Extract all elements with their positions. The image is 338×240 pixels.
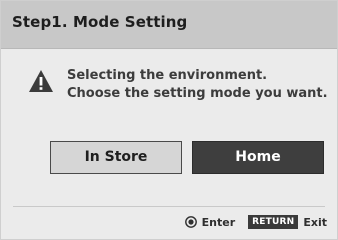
footer-controls: Enter RETURN Exit [184,212,327,232]
mode-setting-dialog: Step1. Mode Setting Selecting the enviro… [0,0,338,240]
home-button[interactable]: Home [192,141,324,174]
dialog-title: Step1. Mode Setting [12,13,188,31]
dialog-message: Selecting the environment. Choose the se… [67,67,328,103]
enter-label: Enter [201,215,236,229]
exit-label: Exit [303,215,327,229]
return-key-badge: RETURN [248,215,299,229]
warning-icon [29,70,53,92]
ok-button-icon [184,216,197,228]
message-line-2: Choose the setting mode you want. [67,86,328,101]
title-bar: Step1. Mode Setting [1,1,337,49]
in-store-button[interactable]: In Store [50,141,182,174]
footer-divider [13,206,325,207]
message-line-1: Selecting the environment. [67,68,268,83]
